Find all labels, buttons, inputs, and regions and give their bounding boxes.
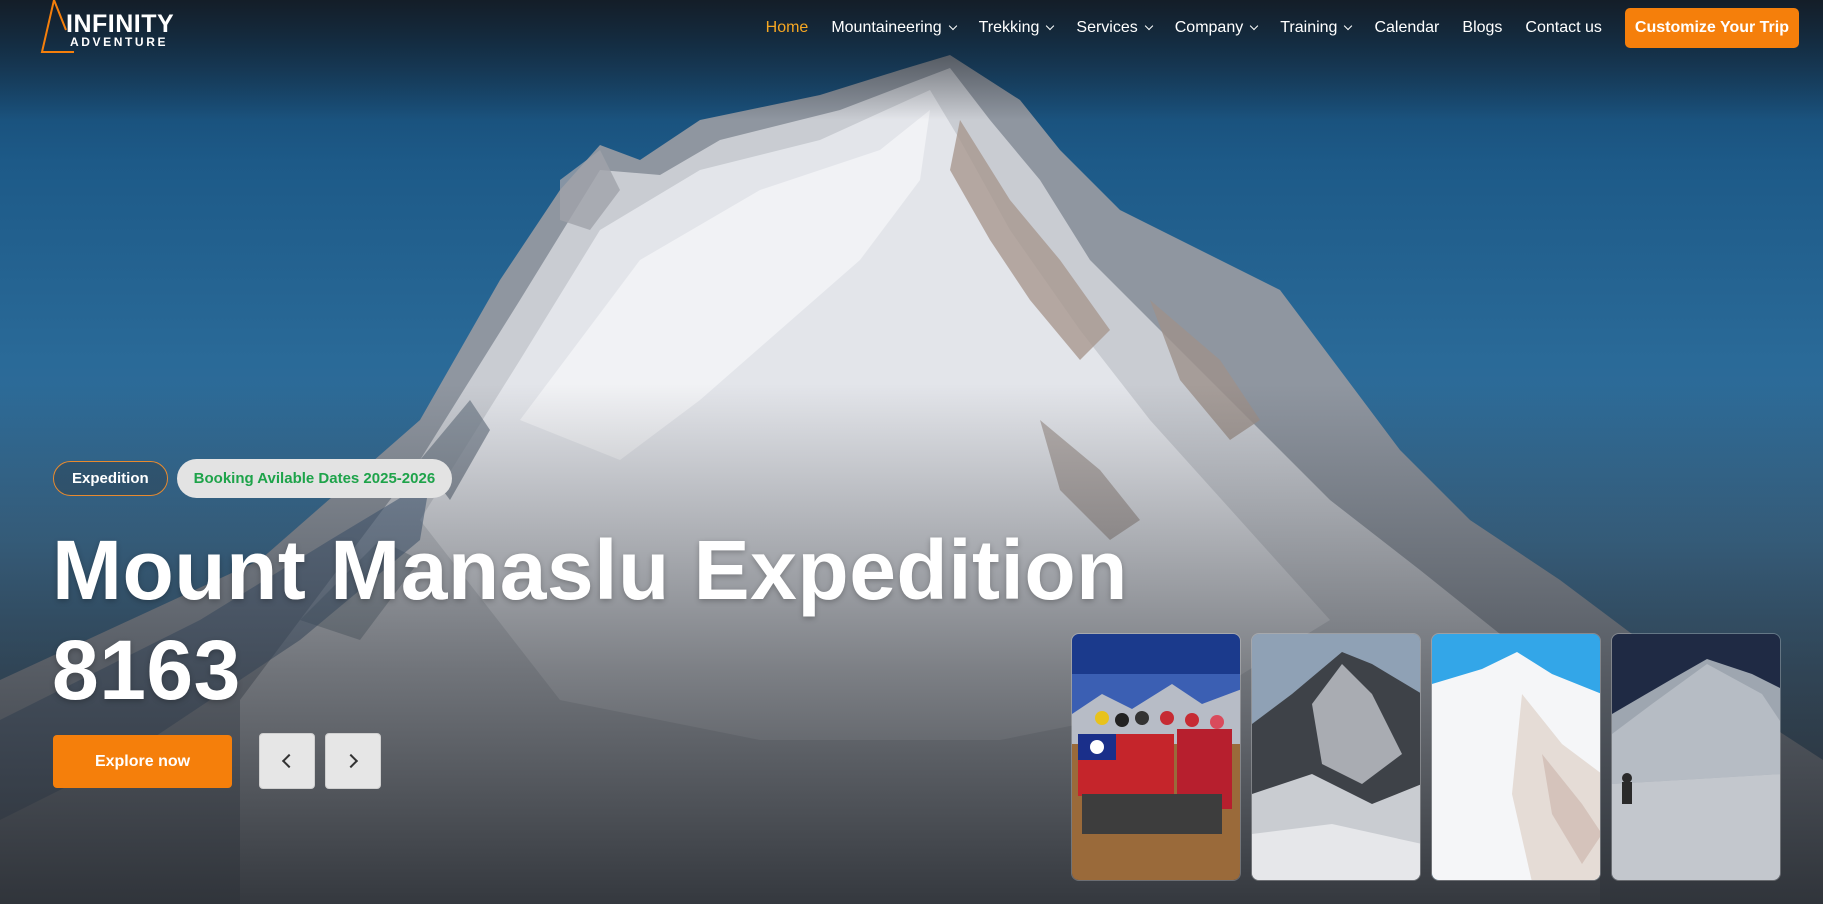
customize-trip-button[interactable]: Customize Your Trip (1624, 8, 1799, 48)
nav-calendar[interactable]: Calendar (1374, 19, 1439, 37)
nav-label: Trekking (978, 19, 1040, 36)
hero-thumbnails (1071, 633, 1791, 881)
nav-training[interactable]: Training (1280, 19, 1353, 37)
chevron-down-icon (1046, 21, 1055, 31)
brand-name: INFINITY (66, 10, 175, 38)
nav-label: Mountaineering (831, 19, 942, 36)
chevron-left-icon (281, 753, 297, 769)
slider-next-button[interactable] (325, 733, 381, 789)
rocky-peak-image (1252, 634, 1420, 880)
brand-subname: ADVENTURE (70, 35, 169, 49)
booking-badge: Booking Avilable Dates 2025-2026 (176, 459, 453, 498)
nav-mountaineering[interactable]: Mountaineering (831, 19, 957, 37)
site-header: INFINITY ADVENTURE Home Mountaineering T… (0, 0, 1823, 56)
hero-title-line1: Mount Manaslu Expedition (52, 523, 1128, 617)
nav-contact[interactable]: Contact us (1525, 19, 1601, 37)
snowy-summit-image (1432, 634, 1600, 880)
thumb-group-photo[interactable] (1071, 633, 1241, 881)
nav-label: Services (1076, 19, 1138, 36)
nav-home[interactable]: Home (766, 19, 809, 37)
nav-label: Company (1174, 19, 1244, 36)
nav-trekking[interactable]: Trekking (978, 19, 1055, 37)
hero-tags: Expedition Booking Avilable Dates 2025-2… (53, 459, 453, 498)
chevron-down-icon (1249, 21, 1259, 31)
nav-label: Home (765, 19, 809, 36)
explore-now-button[interactable]: Explore now (53, 734, 232, 788)
category-tag[interactable]: Expedition (53, 461, 168, 496)
nav-label: Training (1280, 19, 1338, 36)
main-nav: Home Mountaineering Trekking Services Co… (766, 8, 1799, 48)
chevron-down-icon (1344, 21, 1353, 31)
group-photo-image (1072, 634, 1240, 880)
hero-actions: Explore now (53, 733, 381, 789)
chevron-down-icon (1144, 21, 1153, 31)
nav-label: Blogs (1462, 19, 1503, 36)
thumb-snowy-summit[interactable] (1431, 633, 1601, 881)
brand-logo[interactable]: INFINITY ADVENTURE (40, 0, 190, 54)
nav-label: Contact us (1525, 19, 1602, 36)
hero-title: Mount Manaslu Expedition 8163 (52, 520, 1232, 720)
nav-label: Calendar (1374, 19, 1440, 36)
nav-blogs[interactable]: Blogs (1462, 19, 1502, 37)
nav-company[interactable]: Company (1174, 19, 1259, 37)
thumb-climber-on-glacier[interactable] (1611, 633, 1781, 881)
chevron-down-icon (948, 21, 957, 31)
chevron-right-icon (343, 753, 359, 769)
nav-services[interactable]: Services (1076, 19, 1153, 37)
climber-glacier-image (1612, 634, 1780, 880)
slider-prev-button[interactable] (259, 733, 315, 789)
hero-title-line2: 8163 (52, 623, 241, 717)
thumb-rocky-peak[interactable] (1251, 633, 1421, 881)
